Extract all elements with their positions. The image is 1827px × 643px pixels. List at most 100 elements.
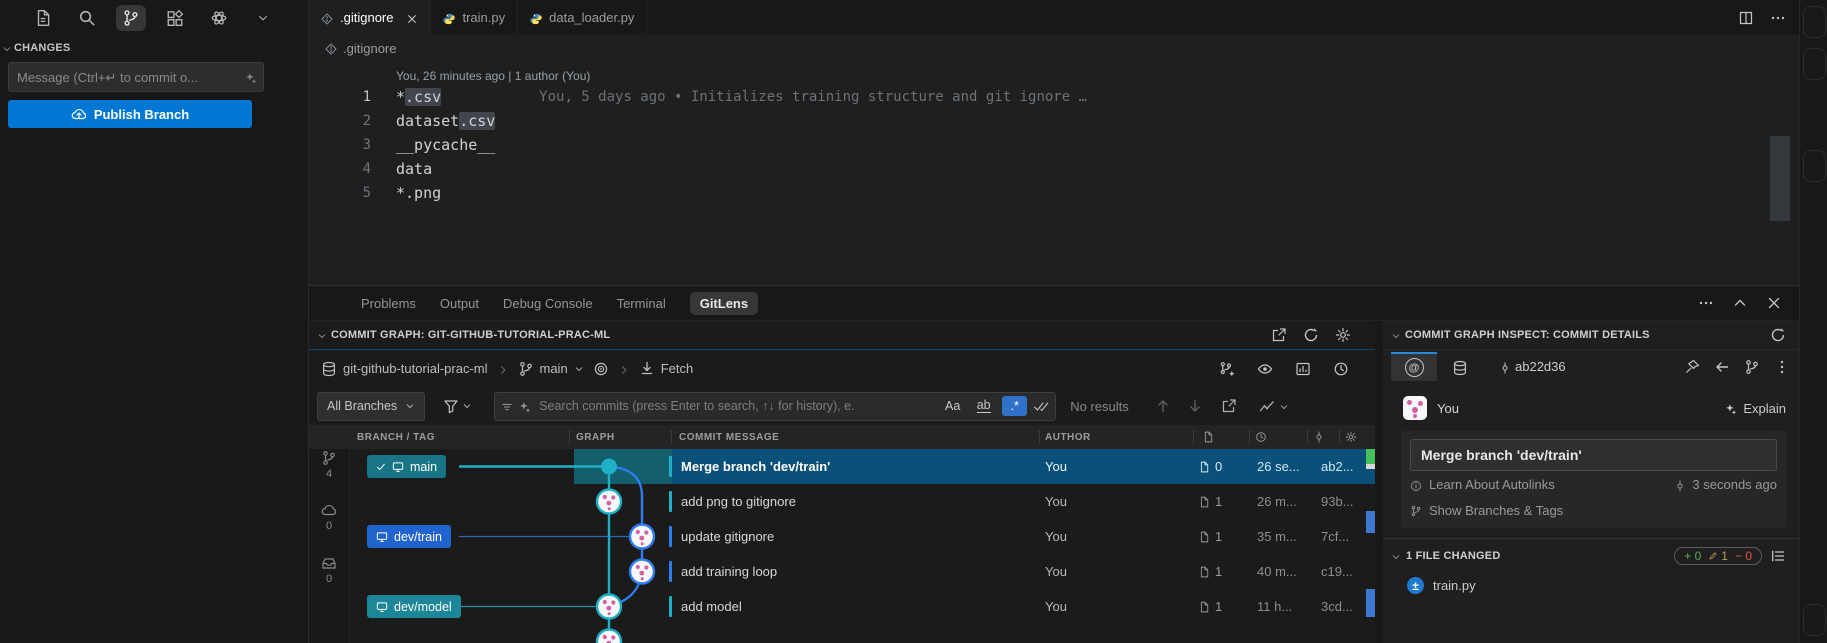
branch-label-dev/model[interactable]: dev/model <box>367 595 461 618</box>
commit-date-toggle-icon[interactable] <box>1333 360 1349 377</box>
editor-tab[interactable]: train.py <box>431 0 519 35</box>
commit-row[interactable]: dev/train update gitignore You 1 35 m... 7cf.… <box>309 519 1375 554</box>
panel-close-icon[interactable] <box>1766 295 1782 312</box>
graph-branch-icon[interactable] <box>1744 358 1760 375</box>
commit-message-text[interactable]: Merge branch 'dev/train' <box>1410 439 1777 471</box>
graph-minimap[interactable] <box>1365 449 1375 643</box>
match-case-toggle[interactable]: Aa <box>940 396 965 416</box>
inspect-kebab-icon[interactable] <box>1774 358 1790 375</box>
code-editor[interactable]: You, 26 minutes ago | 1 author (You) 1 *.… <box>309 61 1800 285</box>
next-match-icon[interactable] <box>1187 398 1203 415</box>
files-chevron-icon[interactable] <box>1391 549 1401 564</box>
show-branches-tags-link[interactable]: Show Branches & Tags <box>1429 503 1563 518</box>
branch-visibility-dropdown[interactable]: All Branches <box>317 391 426 421</box>
search-sparkle-icon[interactable] <box>519 399 531 414</box>
panel-more-actions-icon[interactable] <box>1698 295 1714 312</box>
inspect-chevron-icon[interactable] <box>1391 328 1401 343</box>
code-line[interactable]: 1 *.csv You, 5 days ago • Initializes trai… <box>309 85 1800 109</box>
commit-row[interactable]: main Merge branch 'dev/train' You 0 26 se...… <box>309 449 1375 484</box>
publish-branch-button[interactable]: Publish Branch <box>8 100 252 128</box>
commit-row[interactable]: add png to gitignore You 1 26 m... 93b... <box>309 484 1375 519</box>
minimap-chart-chevron-icon[interactable] <box>1279 399 1289 414</box>
pin-icon[interactable] <box>1684 358 1700 375</box>
column-header[interactable]: GRAPH <box>576 425 615 449</box>
editor-more-actions-icon[interactable] <box>1770 9 1786 26</box>
fetch-button[interactable]: Fetch <box>639 360 693 377</box>
graph-filter-button[interactable] <box>443 398 472 414</box>
inspect-tab-commit-details[interactable]: @ <box>1391 352 1437 381</box>
minimap-toggle-icon[interactable] <box>1295 360 1311 377</box>
breadcrumb[interactable]: .gitignore <box>309 35 1800 61</box>
panel-tab-gitlens[interactable]: GitLens <box>689 291 759 315</box>
inspect-tab-repo[interactable] <box>1437 352 1483 381</box>
open-graph-in-editor-icon[interactable] <box>1271 327 1287 344</box>
regex-toggle[interactable]: .* <box>1002 396 1028 416</box>
autolinks-link[interactable]: Learn About Autolinks <box>1429 477 1555 492</box>
column-divider[interactable] <box>671 430 672 444</box>
right-bar-button[interactable] <box>1803 48 1826 80</box>
commit-sha-short[interactable]: ab22d36 <box>1515 359 1566 374</box>
column-header[interactable]: COMMIT MESSAGE <box>679 425 779 449</box>
panel-tab-terminal[interactable]: Terminal <box>617 296 666 311</box>
sparkle-icon[interactable] <box>245 70 257 85</box>
back-arrow-icon[interactable] <box>1714 358 1730 375</box>
right-bar-button[interactable] <box>1803 6 1826 38</box>
graph-settings-gear-icon[interactable] <box>1335 327 1351 344</box>
column-header[interactable]: AUTHOR <box>1045 425 1091 449</box>
code-line[interactable]: 2 dataset.csv <box>309 109 1800 133</box>
chatgpt-extension-icon[interactable] <box>204 5 234 31</box>
cloud-gutter-icon[interactable]: 0 <box>309 501 349 532</box>
branch-picker[interactable]: main <box>518 360 584 377</box>
file-layout-toggle-icon[interactable] <box>1770 548 1786 565</box>
changes-column-icon[interactable] <box>1202 425 1214 449</box>
commit-graph-chevron-icon[interactable] <box>317 328 327 343</box>
branch-label-dev/train[interactable]: dev/train <box>367 525 451 548</box>
refresh-graph-icon[interactable] <box>1303 327 1319 344</box>
filter-lines-icon[interactable] <box>501 399 513 414</box>
editor-tab[interactable]: .gitignore <box>309 0 432 35</box>
create-branch-icon[interactable] <box>1219 360 1235 377</box>
repo-picker[interactable]: git-github-tutorial-prac-ml <box>321 360 488 377</box>
panel-tab-output[interactable]: Output <box>440 296 479 311</box>
activity-more-chevron-icon[interactable] <box>248 5 278 31</box>
split-editor-icon[interactable] <box>1738 9 1754 26</box>
code-line[interactable]: 4 data <box>309 157 1800 181</box>
changes-chevron-icon[interactable] <box>2 40 12 55</box>
column-divider[interactable] <box>1039 430 1040 444</box>
column-divider[interactable] <box>1339 430 1340 444</box>
editor-tab[interactable]: data_loader.py <box>518 0 648 35</box>
hidden-refs-icon[interactable] <box>1257 360 1273 377</box>
commit-row[interactable]: add training loop You 1 40 m... c19... <box>309 554 1375 589</box>
right-bar-button[interactable] <box>1803 604 1826 636</box>
right-bar-button[interactable] <box>1803 150 1826 182</box>
explain-button[interactable]: Explain <box>1725 401 1786 416</box>
column-divider[interactable] <box>569 430 570 444</box>
panel-tab-debug-console[interactable]: Debug Console <box>503 296 593 311</box>
changed-file-row[interactable]: ± train.py <box>1407 577 1800 594</box>
search-commits-input[interactable] <box>537 398 935 414</box>
stash-gutter-icon[interactable]: 0 <box>309 554 349 585</box>
match-all-toggle-icon[interactable] <box>1033 398 1049 415</box>
search-icon[interactable] <box>72 5 102 31</box>
panel-tab-problems[interactable]: Problems <box>361 296 416 311</box>
code-line[interactable]: 3 __pycache__ <box>309 133 1800 157</box>
branch-gutter-icon[interactable]: 4 <box>309 449 349 480</box>
whole-word-toggle[interactable]: ab <box>971 396 996 416</box>
open-search-in-view-icon[interactable] <box>1221 398 1237 415</box>
extensions-icon[interactable] <box>160 5 190 31</box>
panel-maximize-icon[interactable] <box>1732 295 1748 312</box>
date-column-icon[interactable] <box>1255 425 1267 449</box>
editor-scrollbar-thumb[interactable] <box>1770 136 1790 221</box>
minimap-chart-icon[interactable] <box>1259 398 1275 415</box>
sha-column-icon[interactable] <box>1313 425 1325 449</box>
commit-row[interactable]: dev/model add model You 1 11 h... 3cd... <box>309 589 1375 624</box>
inspect-refresh-icon[interactable] <box>1770 327 1786 344</box>
column-divider[interactable] <box>1193 430 1194 444</box>
code-line[interactable]: 5 *.png <box>309 181 1800 205</box>
source-control-icon[interactable] <box>116 5 146 31</box>
target-commit-icon[interactable] <box>593 361 609 377</box>
branch-label-main[interactable]: main <box>367 455 447 478</box>
column-header[interactable]: BRANCH / TAG <box>357 425 435 449</box>
table-settings-gear-icon[interactable] <box>1345 425 1357 449</box>
previous-match-icon[interactable] <box>1155 398 1171 415</box>
